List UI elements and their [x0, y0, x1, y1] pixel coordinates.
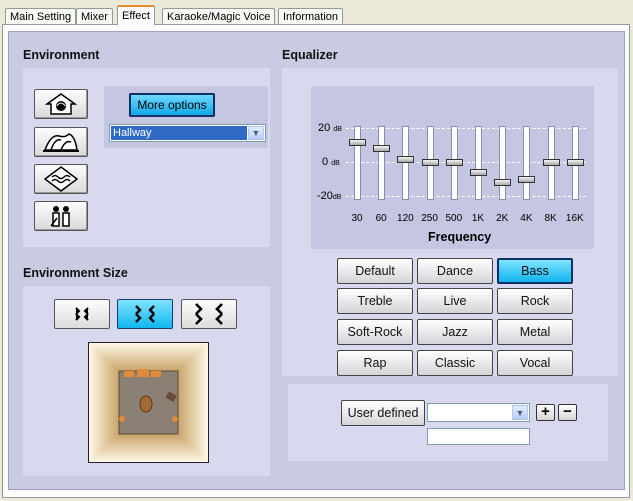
eq-slider-track-4K[interactable]	[523, 126, 531, 200]
room-preview	[88, 342, 209, 463]
eq-slider-knob-30[interactable]	[349, 138, 366, 146]
room-preview-image	[89, 343, 208, 462]
preset-rap-button[interactable]: Rap	[337, 350, 413, 376]
large-room-icon	[195, 303, 223, 325]
preset-jazz-button[interactable]: Jazz	[417, 319, 493, 345]
eq-slider-knob-4K[interactable]	[518, 176, 536, 183]
preset-default-button[interactable]: Default	[337, 258, 413, 284]
remove-preset-button[interactable]: −	[558, 404, 577, 421]
environment-select-value: Hallway	[111, 126, 247, 140]
environment-size-medium-button[interactable]	[117, 299, 173, 329]
eq-slider-knob-120[interactable]	[397, 155, 415, 163]
eq-slider-track-2K[interactable]	[499, 126, 507, 200]
preset-soft-rock-button[interactable]: Soft-Rock	[337, 319, 413, 345]
eq-slider-knob-16K[interactable]	[566, 159, 584, 166]
environment-size-title: Environment Size	[23, 266, 128, 280]
preset-rock-button[interactable]: Rock	[497, 288, 573, 314]
house-icon	[44, 93, 78, 115]
eq-slider-track-60[interactable]	[378, 126, 386, 200]
environment-title: Environment	[23, 48, 100, 62]
preset-bass-button[interactable]: Bass	[497, 258, 573, 284]
medium-room-icon	[135, 305, 155, 323]
eq-freq-label-60: 60	[375, 213, 387, 224]
eq-slider-knob-1K[interactable]	[470, 169, 487, 177]
tab-information[interactable]: Information	[278, 8, 344, 24]
preset-vocal-button[interactable]: Vocal	[497, 350, 573, 376]
user-preset-select[interactable]: ▼	[427, 403, 530, 422]
eq-slider-knob-500[interactable]	[445, 159, 463, 166]
environment-size-small-button[interactable]	[54, 299, 110, 329]
db-label-top: 20 dB	[318, 122, 342, 134]
eq-slider-track-30[interactable]	[354, 126, 361, 200]
concert-hall-icon	[43, 133, 79, 152]
tab-karaoke-magic-voice[interactable]: Karaoke/Magic Voice	[162, 8, 276, 24]
preset-treble-button[interactable]: Treble	[337, 288, 413, 314]
tab-mixer[interactable]: Mixer	[76, 8, 113, 24]
eq-slider-track-120[interactable]	[402, 126, 410, 200]
db-label-mid: 0 dB	[322, 156, 340, 168]
environment-people-button[interactable]	[34, 201, 88, 231]
eq-freq-label-30: 30	[351, 213, 363, 224]
eq-freq-label-500: 500	[445, 213, 463, 224]
eq-freq-label-2K: 2K	[496, 213, 509, 224]
eq-slider-track-1K[interactable]	[475, 126, 482, 200]
frequency-label: Frequency	[428, 230, 492, 244]
db-label-bottom: -20dB	[317, 190, 342, 202]
preset-metal-button[interactable]: Metal	[497, 319, 573, 345]
chevron-down-icon[interactable]: ▼	[512, 405, 528, 420]
small-room-icon	[75, 307, 89, 321]
environment-size-large-button[interactable]	[181, 299, 237, 329]
underwater-icon	[43, 166, 79, 192]
environment-house-button[interactable]	[34, 89, 88, 119]
tab-effect[interactable]: Effect	[117, 5, 155, 25]
eq-freq-label-16K: 16K	[565, 213, 584, 224]
chevron-down-icon[interactable]: ▼	[248, 126, 264, 140]
equalizer-title: Equalizer	[282, 48, 338, 62]
eq-freq-label-120: 120	[397, 213, 414, 224]
user-defined-button[interactable]: User defined	[341, 400, 425, 426]
eq-freq-label-8K: 8K	[544, 213, 557, 224]
eq-freq-label-1K: 1K	[471, 213, 485, 224]
preset-classic-button[interactable]: Classic	[417, 350, 493, 376]
environment-concert-hall-button[interactable]	[34, 127, 88, 157]
environment-underwater-button[interactable]	[34, 164, 88, 194]
minus-icon: −	[563, 403, 572, 420]
eq-slider-knob-250[interactable]	[421, 159, 439, 166]
eq-slider-knob-8K[interactable]	[542, 159, 560, 166]
user-preset-name-input[interactable]	[427, 428, 530, 445]
eq-freq-label-250: 250	[421, 213, 438, 224]
add-preset-button[interactable]: +	[536, 404, 555, 421]
environment-select[interactable]: Hallway ▼	[109, 124, 266, 142]
tab-main-setting[interactable]: Main Setting	[5, 8, 77, 24]
more-options-button[interactable]: More options	[129, 93, 215, 117]
eq-slider-knob-60[interactable]	[373, 145, 391, 153]
user-defined-box	[288, 384, 608, 461]
preset-live-button[interactable]: Live	[417, 288, 493, 314]
people-icon	[50, 206, 70, 227]
eq-slider-knob-2K[interactable]	[494, 179, 512, 187]
plus-icon: +	[541, 403, 550, 420]
preset-dance-button[interactable]: Dance	[417, 258, 493, 284]
eq-freq-label-4K: 4K	[520, 213, 533, 224]
